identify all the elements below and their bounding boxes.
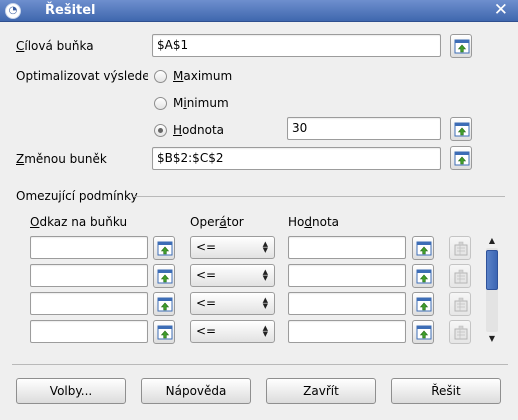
- window-title: Řešitel: [45, 3, 96, 18]
- title-bar: ◔ Řešitel ✕: [0, 0, 518, 22]
- constraint-remove-button[interactable]: [449, 264, 471, 288]
- operator-value: <=: [196, 296, 217, 310]
- constraint-cell-ref-shrink-button[interactable]: [153, 264, 175, 288]
- optimize-label: Optimalizovat výsledek n: [16, 69, 148, 83]
- constraint-cell-ref-input[interactable]: [30, 236, 148, 259]
- constraint-cell-ref-shrink-button[interactable]: [153, 292, 175, 316]
- close-icon[interactable]: ✕: [494, 1, 508, 19]
- solve-button[interactable]: Řešit: [391, 378, 501, 404]
- changing-cells-input[interactable]: $B$2:$C$2: [152, 147, 441, 170]
- remove-icon: [454, 269, 468, 284]
- shrink-icon: [416, 241, 432, 256]
- shrink-icon: [157, 241, 173, 256]
- radio-minimum[interactable]: [154, 97, 167, 110]
- constraint-cell-ref-input[interactable]: [30, 292, 148, 315]
- constraints-section-title: Omezující podmínky: [16, 189, 138, 203]
- constraints-scrollbar[interactable]: ▲ ▼: [485, 236, 499, 344]
- constraint-value-input[interactable]: [288, 264, 406, 287]
- value-option-label[interactable]: Hodnota: [173, 123, 224, 137]
- constraint-remove-button[interactable]: [449, 236, 471, 260]
- column-header-value: Hodnota: [288, 215, 340, 229]
- maximum-label[interactable]: Maximum: [173, 69, 232, 83]
- constraint-value-input[interactable]: [288, 320, 406, 343]
- operator-value: <=: [196, 240, 217, 254]
- scroll-up-icon[interactable]: ▲: [485, 236, 499, 246]
- operator-value: <=: [196, 268, 217, 282]
- spinner-icon: ▲ ▼: [262, 240, 268, 254]
- constraint-cell-ref-shrink-button[interactable]: [153, 236, 175, 260]
- optimize-value-shrink-button[interactable]: [450, 117, 472, 141]
- constraint-value-shrink-button[interactable]: [412, 320, 434, 344]
- remove-icon: [454, 297, 468, 312]
- constraint-value-input[interactable]: [288, 292, 406, 315]
- constraint-operator-select[interactable]: <= ▲ ▼: [190, 292, 275, 315]
- constraint-value-input[interactable]: [288, 236, 406, 259]
- bottom-divider: [12, 364, 508, 365]
- constraint-cell-ref-shrink-button[interactable]: [153, 320, 175, 344]
- spinner-icon: ▲ ▼: [262, 324, 268, 338]
- constraint-value-shrink-button[interactable]: [412, 292, 434, 316]
- shrink-icon: [157, 325, 173, 340]
- app-icon[interactable]: ◔: [5, 3, 21, 19]
- operator-value: <=: [196, 324, 217, 338]
- shrink-icon: [157, 297, 173, 312]
- column-header-cell-ref: Odkaz na buňku: [30, 215, 128, 229]
- shrink-icon: [416, 297, 432, 312]
- constraint-remove-button[interactable]: [449, 292, 471, 316]
- constraint-cell-ref-input[interactable]: [30, 320, 148, 343]
- remove-icon: [454, 325, 468, 340]
- target-cell-shrink-button[interactable]: [450, 34, 472, 58]
- radio-maximum[interactable]: [154, 70, 167, 83]
- spinner-icon: ▲ ▼: [262, 296, 268, 310]
- constraint-remove-button[interactable]: [449, 320, 471, 344]
- close-button[interactable]: Zavřít: [266, 378, 376, 404]
- changing-cells-shrink-button[interactable]: [450, 146, 472, 170]
- minimum-label[interactable]: Minimum: [173, 96, 229, 110]
- constraint-operator-select[interactable]: <= ▲ ▼: [190, 320, 275, 343]
- constraint-value-shrink-button[interactable]: [412, 264, 434, 288]
- target-cell-label: Cílová buňka: [16, 39, 94, 53]
- shrink-icon: [454, 151, 470, 166]
- scroll-thumb[interactable]: [486, 250, 498, 290]
- constraint-value-shrink-button[interactable]: [412, 236, 434, 260]
- spinner-icon: ▲ ▼: [262, 268, 268, 282]
- changing-cells-label: Změnou buněk: [16, 152, 107, 166]
- shrink-icon: [416, 325, 432, 340]
- constraint-operator-select[interactable]: <= ▲ ▼: [190, 264, 275, 287]
- section-divider: [133, 196, 505, 197]
- help-button[interactable]: Nápověda: [141, 378, 251, 404]
- shrink-icon: [416, 269, 432, 284]
- radio-value[interactable]: [154, 124, 167, 137]
- scroll-down-icon[interactable]: ▼: [485, 334, 499, 344]
- shrink-icon: [157, 269, 173, 284]
- constraint-operator-select[interactable]: <= ▲ ▼: [190, 236, 275, 259]
- column-header-operator: Operátor: [190, 215, 244, 229]
- constraint-cell-ref-input[interactable]: [30, 264, 148, 287]
- remove-icon: [454, 241, 468, 256]
- optimize-value-input[interactable]: 30: [287, 117, 441, 140]
- options-button[interactable]: Volby...: [16, 378, 126, 404]
- shrink-icon: [454, 39, 470, 54]
- target-cell-input[interactable]: $A$1: [152, 34, 441, 57]
- shrink-icon: [454, 122, 470, 137]
